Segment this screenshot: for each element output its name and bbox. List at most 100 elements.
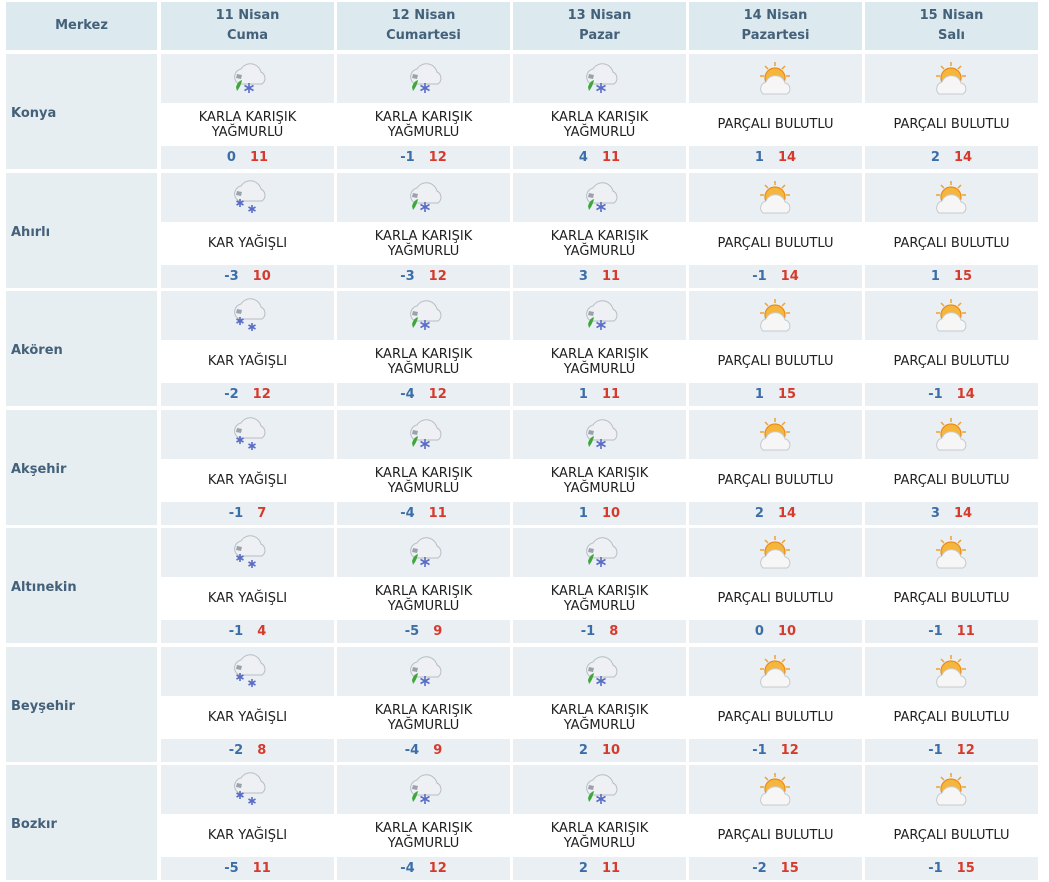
condition-label: KARLA KARIŞIK YAĞMURLU (336, 341, 511, 382)
condition-text: KARLA KARIŞIK YAĞMURLU (374, 346, 473, 377)
condition-text: PARÇALI BULUTLU (893, 828, 1010, 843)
high-temp: 14 (953, 150, 973, 165)
low-temp: 0 (226, 150, 236, 165)
sleet-icon (336, 764, 511, 815)
condition-label: KARLA KARIŞIK YAĞMURLU (512, 815, 687, 856)
city-name: Akşehir (11, 462, 67, 477)
condition-text: KARLA KARIŞIK YAĞMURLU (550, 346, 649, 377)
header-date: 14 Nisan (743, 8, 808, 23)
high-temp: 12 (428, 861, 447, 876)
low-temp: -2 (228, 743, 244, 758)
high-temp: 11 (252, 861, 271, 876)
condition-text: PARÇALI BULUTLU (717, 117, 834, 132)
sleet-icon (512, 527, 687, 578)
partly-cloudy-icon (688, 53, 863, 104)
condition-text: PARÇALI BULUTLU (717, 710, 834, 725)
condition-text: PARÇALI BULUTLU (893, 354, 1010, 369)
condition-text: KARLA KARIŞIK YAĞMURLU (550, 820, 649, 851)
low-temp: -5 (404, 624, 420, 639)
header-date: 12 Nisan (391, 8, 456, 23)
low-temp: -1 (928, 624, 943, 639)
condition-label: KARLA KARIŞIK YAĞMURLU (160, 104, 335, 145)
temperature-range: 0 10 (688, 619, 863, 644)
condition-label: KAR YAĞIŞLI (160, 815, 335, 856)
temperature-range: -1 7 (160, 501, 335, 526)
low-temp: 3 (930, 506, 940, 521)
city-name: Altınekin (11, 580, 77, 595)
condition-label: KARLA KARIŞIK YAĞMURLU (336, 578, 511, 619)
condition-text: KARLA KARIŞIK YAĞMURLU (374, 583, 473, 614)
condition-label: KARLA KARIŞIK YAĞMURLU (512, 578, 687, 619)
condition-label: KAR YAĞIŞLI (160, 578, 335, 619)
high-temp: 9 (433, 743, 443, 758)
high-temp: 12 (428, 269, 447, 284)
low-temp: -3 (400, 269, 415, 284)
city-cell: Beyşehir (5, 646, 158, 763)
temperature-range: -1 11 (864, 619, 1039, 644)
high-temp: 12 (428, 150, 447, 165)
high-temp: 15 (777, 387, 797, 402)
forecast-table: Merkez 11 Nisan Cuma 12 Nisan Cumartesi 13 N… (0, 0, 1049, 882)
high-temp: 4 (257, 624, 267, 639)
low-temp: -1 (928, 861, 943, 876)
high-temp: 12 (252, 387, 271, 402)
partly-cloudy-icon (864, 290, 1039, 341)
partly-cloudy-icon (864, 527, 1039, 578)
sleet-icon (512, 290, 687, 341)
sleet-icon (336, 646, 511, 697)
partly-cloudy-icon (688, 527, 863, 578)
header-date: 11 Nisan (215, 8, 280, 23)
high-temp: 7 (257, 506, 267, 521)
temperature-range: -4 9 (336, 738, 511, 763)
high-temp: 14 (777, 150, 797, 165)
low-temp: -5 (224, 861, 239, 876)
header-day-5: 15 Nisan Salı (864, 1, 1039, 51)
low-temp: 0 (754, 624, 764, 639)
city-cell: Ahırlı (5, 172, 158, 289)
condition-label: KARLA KARIŞIK YAĞMURLU (512, 223, 687, 264)
temperature-range: -4 12 (336, 856, 511, 881)
city-cell: Konya (5, 53, 158, 170)
temperature-range: -1 8 (512, 619, 687, 644)
condition-text: PARÇALI BULUTLU (717, 828, 834, 843)
condition-label: PARÇALI BULUTLU (864, 815, 1039, 856)
condition-text: KAR YAĞIŞLI (207, 236, 288, 251)
low-temp: -1 (400, 150, 415, 165)
city-name: Bozkır (11, 817, 57, 832)
temperature-range: -3 12 (336, 264, 511, 289)
partly-cloudy-icon (688, 764, 863, 815)
header-date: 15 Nisan (919, 8, 984, 23)
sleet-icon (512, 172, 687, 223)
condition-label: KARLA KARIŞIK YAĞMURLU (512, 341, 687, 382)
condition-text: KARLA KARIŞIK YAĞMURLU (374, 820, 473, 851)
low-temp: 1 (754, 150, 764, 165)
condition-text: PARÇALI BULUTLU (893, 710, 1010, 725)
temperature-range: 2 11 (512, 856, 687, 881)
condition-text: KARLA KARIŞIK YAĞMURLU (198, 109, 297, 140)
condition-label: KARLA KARIŞIK YAĞMURLU (336, 815, 511, 856)
city-cell: Bozkır (5, 764, 158, 881)
condition-text: PARÇALI BULUTLU (717, 473, 834, 488)
high-temp: 14 (777, 506, 797, 521)
condition-label: KARLA KARIŞIK YAĞMURLU (512, 104, 687, 145)
low-temp: -1 (928, 743, 943, 758)
low-temp: -4 (400, 506, 415, 521)
header-merkez: Merkez (5, 1, 158, 51)
sleet-icon (512, 764, 687, 815)
condition-text: PARÇALI BULUTLU (893, 473, 1010, 488)
condition-label: PARÇALI BULUTLU (688, 341, 863, 382)
condition-text: PARÇALI BULUTLU (717, 591, 834, 606)
temperature-range: -2 12 (160, 382, 335, 407)
snow-icon (160, 646, 335, 697)
condition-text: KAR YAĞIŞLI (207, 828, 288, 843)
header-weekday: Salı (937, 28, 966, 43)
low-temp: -1 (752, 743, 767, 758)
high-temp: 14 (953, 506, 973, 521)
condition-label: KAR YAĞIŞLI (160, 223, 335, 264)
header-weekday: Pazartesi (741, 28, 810, 43)
sleet-icon (160, 53, 335, 104)
sleet-icon (512, 646, 687, 697)
temperature-range: -5 9 (336, 619, 511, 644)
temperature-range: 1 10 (512, 501, 687, 526)
city-name: Konya (11, 106, 57, 121)
